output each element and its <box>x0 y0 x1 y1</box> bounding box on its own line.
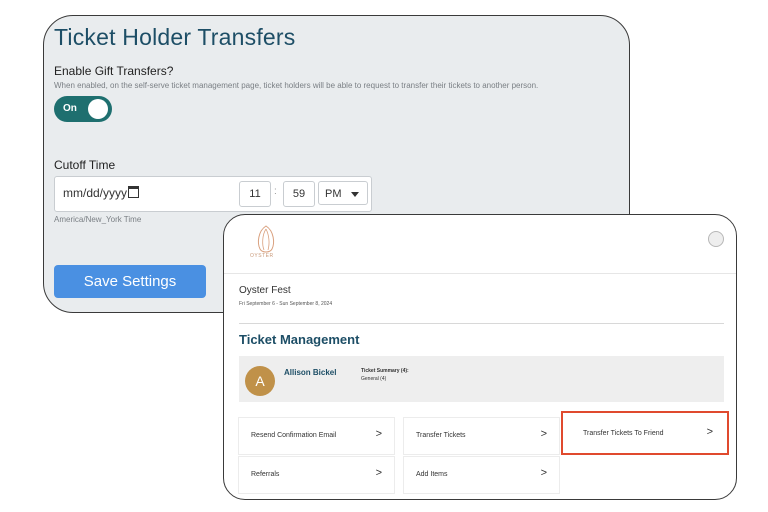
date-placeholder: mm/dd/yyyy <box>63 186 128 200</box>
resend-confirmation-email-button[interactable]: Resend Confirmation Email > <box>239 418 394 454</box>
transfer-tickets-button[interactable]: Transfer Tickets > <box>404 418 559 454</box>
enable-gift-transfers-help: When enabled, on the self-serve ticket m… <box>54 81 539 90</box>
ticket-holder-summary: A Allison Bickel Ticket Summary (4): Gen… <box>239 356 724 402</box>
cutoff-date-input[interactable]: mm/dd/yyyy <box>63 186 140 200</box>
ampm-value: PM <box>325 188 342 200</box>
page-header: OYSTER <box>224 215 736 274</box>
cutoff-minute-input[interactable]: 59 <box>283 181 315 207</box>
save-settings-button[interactable]: Save Settings <box>54 265 206 298</box>
ticket-management-page: OYSTER Oyster Fest Fri September 6 - Sun… <box>223 214 737 500</box>
referrals-button[interactable]: Referrals > <box>239 457 394 493</box>
action-label: Add Items <box>416 471 448 478</box>
time-separator: : <box>274 186 277 197</box>
chevron-right-icon: > <box>706 426 713 438</box>
settings-title: Ticket Holder Transfers <box>54 24 296 50</box>
chevron-right-icon: > <box>540 467 547 479</box>
ticket-summary-detail: General (4) <box>361 376 387 382</box>
chevron-right-icon: > <box>375 467 382 479</box>
add-items-button[interactable]: Add Items > <box>404 457 559 493</box>
ticket-management-title: Ticket Management <box>239 332 360 347</box>
holder-name: Allison Bickel <box>284 368 337 377</box>
chevron-down-icon <box>351 192 359 197</box>
toggle-knob <box>88 99 108 119</box>
transfer-tickets-to-friend-button[interactable]: Transfer Tickets To Friend > <box>561 411 729 455</box>
chevron-right-icon: > <box>375 428 382 440</box>
cutoff-time-field: mm/dd/yyyy 11 : 59 PM <box>54 176 372 212</box>
action-label: Referrals <box>251 471 280 478</box>
divider <box>239 323 724 324</box>
ampm-select[interactable]: PM <box>318 181 368 205</box>
action-label: Resend Confirmation Email <box>251 432 337 439</box>
action-label: Transfer Tickets <box>416 432 466 439</box>
timezone-label: America/New_York Time <box>54 215 142 224</box>
holder-avatar: A <box>245 366 275 396</box>
ticket-summary-label: Ticket Summary (4): <box>361 368 409 374</box>
event-dates: Fri September 6 - Sun September 8, 2024 <box>239 301 333 307</box>
user-avatar-icon[interactable] <box>708 231 724 247</box>
enable-gift-transfers-label: Enable Gift Transfers? <box>54 64 174 78</box>
gift-transfers-toggle[interactable]: On <box>54 96 112 122</box>
calendar-icon[interactable] <box>128 186 140 198</box>
cutoff-hour-input[interactable]: 11 <box>239 181 271 207</box>
cutoff-time-label: Cutoff Time <box>54 158 116 172</box>
logo-text: OYSTER <box>250 253 274 259</box>
event-name: Oyster Fest <box>239 285 291 296</box>
toggle-state-label: On <box>63 103 77 114</box>
chevron-right-icon: > <box>540 428 547 440</box>
action-label: Transfer Tickets To Friend <box>583 430 664 437</box>
